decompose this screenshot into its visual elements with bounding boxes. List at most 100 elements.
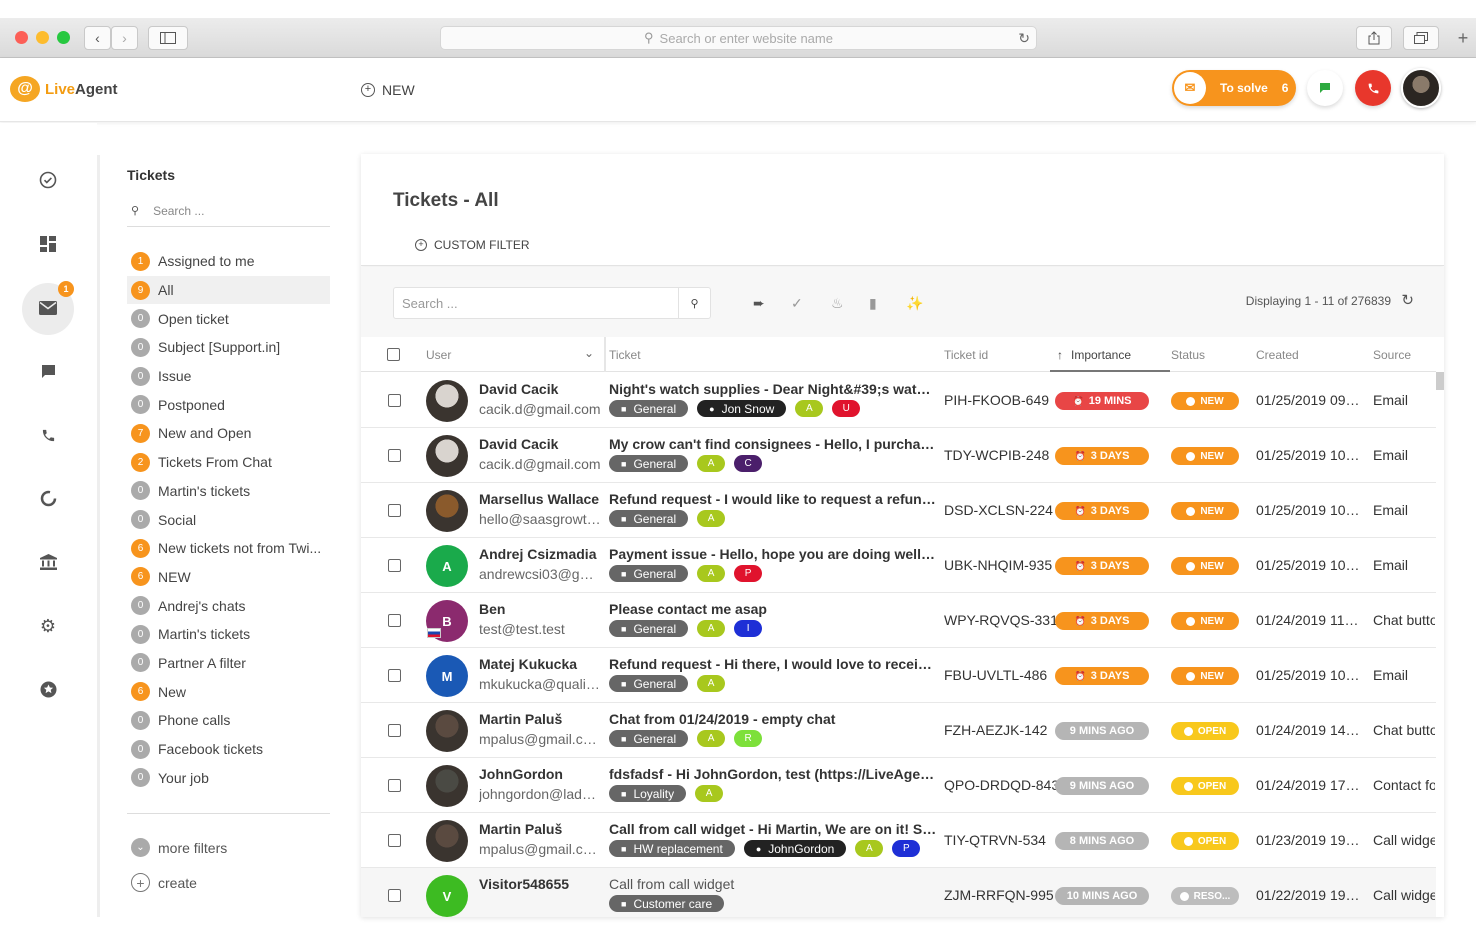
sidebar-filter-item[interactable]: 0 Partner A filter: [127, 649, 330, 678]
sidebar-filter-item[interactable]: 7 New and Open: [127, 419, 330, 448]
sidebar-toggle-button[interactable]: [148, 26, 188, 50]
label-pill[interactable]: P: [734, 565, 763, 582]
label-pill[interactable]: A: [697, 675, 726, 692]
ticket-subject[interactable]: Payment issue - Hello, hope you are doin…: [609, 546, 937, 562]
share-button[interactable]: [1356, 26, 1392, 50]
label-pill[interactable]: A: [795, 400, 824, 417]
user-name[interactable]: Visitor548655: [479, 876, 569, 892]
user-name[interactable]: David Cacik: [479, 436, 558, 452]
sidebar-filter-item[interactable]: 1 Assigned to me: [127, 247, 330, 276]
table-row[interactable]: JohnGordon johngordon@ladesk.com fdsfadsf …: [361, 758, 1436, 813]
address-bar[interactable]: ⚲ Search or enter website name ↻: [440, 26, 1037, 50]
user-name[interactable]: Ben: [479, 601, 505, 617]
sidebar-filter-item[interactable]: 0 Your job: [127, 763, 330, 792]
sidebar-filter-item[interactable]: 0 Phone calls: [127, 706, 330, 735]
table-row[interactable]: Marsellus Wallace hello@saasgrowth.com Ref…: [361, 483, 1436, 538]
column-ticket-id[interactable]: Ticket id: [944, 348, 988, 362]
table-row[interactable]: Martin Paluš mpalus@gmail.com Chat from 01…: [361, 703, 1436, 758]
avatar[interactable]: [426, 765, 468, 807]
department-tag[interactable]: ■ General: [609, 400, 689, 417]
label-pill[interactable]: A: [695, 785, 724, 802]
user-name[interactable]: Matej Kukucka: [479, 656, 577, 672]
trash-icon[interactable]: ▮: [869, 295, 877, 312]
bank-icon[interactable]: [33, 547, 63, 577]
avatar[interactable]: [426, 490, 468, 532]
label-pill[interactable]: A: [697, 510, 726, 527]
new-button[interactable]: + NEW: [361, 82, 415, 98]
label-pill[interactable]: A: [697, 730, 726, 747]
mail-icon[interactable]: [33, 293, 63, 323]
label-pill[interactable]: P: [892, 840, 921, 857]
user-name[interactable]: JohnGordon: [479, 766, 563, 782]
department-tag[interactable]: ■ Customer care: [609, 895, 725, 912]
chat-icon[interactable]: [33, 356, 63, 386]
ticket-subject[interactable]: Chat from 01/24/2019 - empty chat: [609, 711, 937, 727]
department-tag[interactable]: ■ General: [609, 510, 689, 527]
row-checkbox[interactable]: [388, 559, 401, 572]
table-row[interactable]: B Ben test@test.test Please contact me asap…: [361, 593, 1436, 648]
sidebar-filter-item[interactable]: 9 All: [127, 275, 330, 305]
row-checkbox[interactable]: [388, 449, 401, 462]
to-solve-button[interactable]: ✉ To solve 6: [1172, 70, 1296, 106]
magic-wand-icon[interactable]: ✨: [906, 295, 923, 312]
avatar[interactable]: [426, 710, 468, 752]
sidebar-filter-item[interactable]: 0 Subject [Support.in]: [127, 333, 330, 362]
ticket-search-input[interactable]: Search ... ⚲: [393, 287, 711, 319]
sidebar-filter-item[interactable]: 0 Facebook tickets: [127, 735, 330, 764]
row-checkbox[interactable]: [388, 724, 401, 737]
table-row[interactable]: David Cacik cacik.d@gmail.com My crow can'…: [361, 428, 1436, 483]
department-tag[interactable]: ■ Loyality: [609, 785, 687, 802]
user-name[interactable]: Marsellus Wallace: [479, 491, 599, 507]
table-row[interactable]: M Matej Kukucka mkukucka@qualityunit.com Re…: [361, 648, 1436, 703]
row-checkbox[interactable]: [388, 614, 401, 627]
sidebar-filter-item[interactable]: 0 Issue: [127, 362, 330, 391]
star-icon[interactable]: [33, 674, 63, 704]
table-row[interactable]: V Visitor548655 Call from call widget ■ Cust…: [361, 868, 1436, 917]
column-user[interactable]: User: [426, 348, 451, 362]
label-pill[interactable]: A: [855, 840, 884, 857]
row-checkbox[interactable]: [388, 779, 401, 792]
check-icon[interactable]: [33, 165, 63, 195]
avatar[interactable]: [426, 435, 468, 477]
row-checkbox[interactable]: [388, 834, 401, 847]
gear-icon[interactable]: ⚙: [33, 611, 63, 641]
sidebar-filter-item[interactable]: 2 Tickets From Chat: [127, 448, 330, 477]
sidebar-filter-item[interactable]: 0 Postponed: [127, 390, 330, 419]
create-filter-button[interactable]: + create: [131, 873, 197, 892]
chat-status-button[interactable]: [1307, 70, 1343, 106]
department-tag[interactable]: ■ General: [609, 730, 689, 747]
maximize-window-button[interactable]: [57, 31, 70, 44]
avatar[interactable]: V: [426, 875, 468, 917]
sidebar-search-input[interactable]: ⚲ Search ...: [127, 195, 330, 227]
tabs-overview-button[interactable]: [1403, 26, 1439, 50]
table-row[interactable]: Martin Paluš mpalus@gmail.com Call from ca…: [361, 813, 1436, 868]
user-name[interactable]: Martin Paluš: [479, 711, 562, 727]
chevron-down-icon[interactable]: ⌄: [584, 346, 594, 360]
column-status[interactable]: Status: [1171, 348, 1205, 362]
user-avatar[interactable]: [1401, 68, 1441, 108]
table-row[interactable]: David Cacik cacik.d@gmail.com Night's watc…: [361, 373, 1436, 428]
department-tag[interactable]: ■ General: [609, 675, 689, 692]
dashboard-icon[interactable]: [33, 229, 63, 259]
back-button[interactable]: ‹: [84, 26, 111, 50]
ticket-subject[interactable]: Refund request - Hi there, I would love …: [609, 656, 937, 672]
agent-tag[interactable]: ● JohnGordon: [743, 840, 847, 857]
label-pill[interactable]: A: [697, 620, 726, 637]
reload-icon[interactable]: ↻: [1018, 30, 1030, 47]
sidebar-filter-item[interactable]: 0 Martin's tickets: [127, 477, 330, 506]
label-pill[interactable]: U: [832, 400, 861, 417]
avatar[interactable]: A: [426, 545, 468, 587]
avatar[interactable]: [426, 820, 468, 862]
liveagent-logo[interactable]: @ LiveAgent: [10, 76, 118, 102]
department-tag[interactable]: ■ General: [609, 455, 689, 472]
department-tag[interactable]: ■ HW replacement: [609, 840, 735, 857]
department-tag[interactable]: ■ General: [609, 565, 689, 582]
agent-tag[interactable]: ● Jon Snow: [697, 400, 787, 417]
column-ticket[interactable]: Ticket: [609, 348, 641, 362]
label-pill[interactable]: A: [697, 565, 726, 582]
priority-icon[interactable]: ♨: [831, 295, 844, 312]
sidebar-filter-item[interactable]: 6 New tickets not from Twi...: [127, 534, 330, 563]
search-button[interactable]: ⚲: [678, 288, 710, 318]
sidebar-filter-item[interactable]: 0 Social: [127, 505, 330, 534]
select-all-checkbox[interactable]: [387, 348, 400, 361]
